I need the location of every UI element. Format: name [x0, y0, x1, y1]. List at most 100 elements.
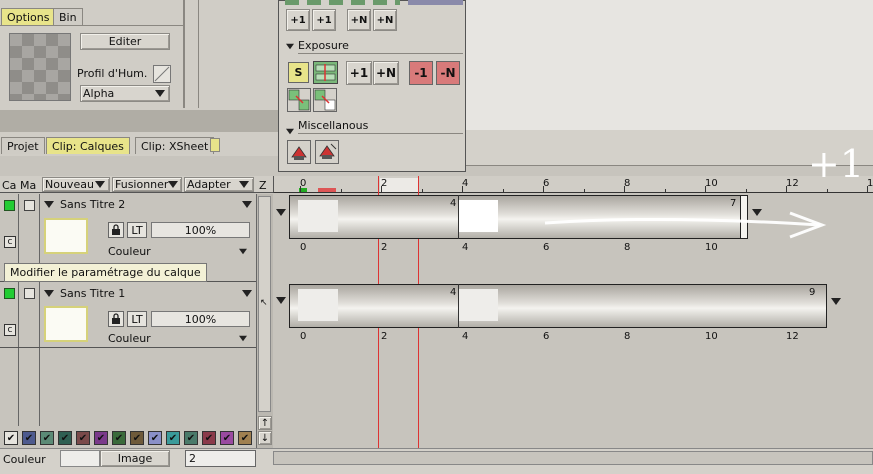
clip-scale-label: 8	[624, 331, 631, 342]
horizontal-scrollbar[interactable]	[273, 451, 873, 465]
exposure-minus-one-button[interactable]: -1	[409, 61, 433, 85]
insert-frame-icon[interactable]	[287, 88, 311, 112]
ruler-marker-red	[318, 188, 336, 192]
layer-mask-toggle[interactable]	[24, 288, 35, 299]
clip-scale-label: 0	[300, 331, 307, 342]
exposure-divider	[298, 53, 463, 54]
color-swatch[interactable]: ✔	[202, 431, 216, 445]
color-swatch[interactable]: ✔	[40, 431, 54, 445]
fit-menu[interactable]: Adapter	[184, 177, 254, 192]
track-handle[interactable]: ↖	[260, 298, 268, 308]
blend-mode-label: Couleur	[108, 332, 151, 345]
light-table-toggle[interactable]: LT	[127, 222, 147, 238]
clip-scale-label: 8	[624, 242, 631, 253]
tab-clip-calques[interactable]: Clip: Calques	[46, 137, 130, 154]
color-swatch[interactable]: ✔	[4, 431, 18, 445]
clip-scale-label: 10	[705, 242, 718, 253]
color-preview[interactable]	[60, 450, 100, 467]
color-swatch[interactable]: ✔	[220, 431, 234, 445]
misc-collapse-icon[interactable]	[286, 128, 294, 135]
exposure-plus-n-button[interactable]: +N	[373, 61, 399, 85]
blend-mode-select[interactable]: Couleur	[106, 244, 252, 259]
palette-top-strip	[285, 0, 400, 5]
exposure-collapse-icon[interactable]	[286, 43, 294, 50]
layer-name[interactable]: Sans Titre 2	[60, 198, 125, 211]
lock-icon[interactable]	[108, 222, 124, 238]
color-swatch[interactable]: ✔	[148, 431, 162, 445]
tab-options[interactable]: Options	[1, 8, 56, 25]
color-swatch[interactable]: ✔	[184, 431, 198, 445]
remove-frame-icon[interactable]	[313, 88, 337, 112]
layer-1-clip[interactable]	[289, 284, 827, 328]
layer-lock-c[interactable]: c	[4, 236, 16, 248]
layer-opacity-field[interactable]: 100%	[151, 222, 250, 238]
layer-lock-c[interactable]: c	[4, 324, 16, 336]
profile-curve-icon[interactable]	[153, 65, 171, 83]
ruler-label: 4	[462, 178, 469, 189]
clip-frame-thumb	[458, 200, 498, 232]
scroll-up-button[interactable]: ↑	[258, 416, 272, 430]
tab-projet[interactable]: Projet	[1, 137, 45, 154]
ruler-label: 0	[300, 178, 307, 189]
annotation-text: +1	[808, 142, 865, 186]
color-swatch[interactable]: ✔	[76, 431, 90, 445]
swap-tool-icon[interactable]	[315, 140, 339, 164]
color-swatch[interactable]: ✔	[94, 431, 108, 445]
layer-visibility-toggle[interactable]	[4, 200, 15, 211]
new-layer-label: Nouveau	[45, 178, 94, 191]
exposure-plus-one-button[interactable]: +1	[346, 61, 372, 85]
merge-menu[interactable]: Fusionner	[112, 177, 182, 192]
ruler-tick	[340, 189, 342, 193]
layer-visibility-toggle[interactable]	[4, 288, 15, 299]
color-swatch[interactable]: ✔	[130, 431, 144, 445]
edit-button[interactable]: Editer	[80, 33, 170, 50]
chevron-down-icon	[239, 335, 247, 342]
exposure-minus-n-button[interactable]: -N	[436, 61, 460, 85]
prev-plus-one-button[interactable]: +1	[286, 9, 310, 31]
tab-bin[interactable]: Bin	[53, 8, 83, 25]
layer-opacity-field[interactable]: 100%	[151, 311, 250, 327]
chevron-down-icon	[155, 90, 165, 97]
header-z: Z	[259, 179, 267, 192]
layer-preview-thumbnail	[9, 33, 71, 101]
color-swatch[interactable]: ✔	[58, 431, 72, 445]
layer-2-track-chevron-icon[interactable]	[276, 209, 286, 216]
lock-icon[interactable]	[108, 311, 124, 327]
merge-label: Fusionner	[115, 178, 169, 191]
stamp-tool-icon[interactable]	[287, 140, 311, 164]
color-swatch[interactable]: ✔	[166, 431, 180, 445]
tab-clip-xsheet[interactable]: Clip: XSheet	[135, 137, 215, 154]
single-frame-button[interactable]: S	[288, 62, 309, 83]
clip-end-chevron-icon[interactable]	[831, 298, 841, 305]
top-left-divider	[183, 0, 185, 108]
next-plus-n-button[interactable]: +N	[373, 9, 397, 31]
layer-expand-icon[interactable]	[44, 290, 54, 297]
new-layer-menu[interactable]: Nouveau	[42, 177, 110, 192]
exposure-grid-icon[interactable]	[313, 61, 338, 84]
color-swatch[interactable]: ✔	[112, 431, 126, 445]
light-table-toggle[interactable]: LT	[127, 311, 147, 327]
blend-mode-select[interactable]: Couleur	[106, 331, 252, 346]
color-swatch[interactable]: ✔	[238, 431, 252, 445]
layer-options-chevron-icon[interactable]	[242, 201, 252, 208]
clip-scale-label: 12	[786, 331, 799, 342]
layer-mask-toggle[interactable]	[24, 200, 35, 211]
next-plus-one-button[interactable]: +1	[312, 9, 336, 31]
misc-title: Miscellanous	[298, 119, 369, 132]
frame-number-input[interactable]: 2	[185, 450, 256, 467]
layer-name[interactable]: Sans Titre 1	[60, 287, 125, 300]
image-button[interactable]: Image	[100, 450, 170, 467]
color-swatch[interactable]: ✔	[22, 431, 36, 445]
chevron-down-icon	[239, 248, 247, 255]
prev-plus-n-button[interactable]: +N	[347, 9, 371, 31]
layer-1-track-chevron-icon[interactable]	[276, 297, 286, 304]
ruler-tick	[421, 189, 423, 193]
layer-expand-icon[interactable]	[44, 201, 54, 208]
layer-thumbnail	[44, 306, 88, 342]
layer-options-chevron-icon[interactable]	[242, 290, 252, 297]
clip-scale-label: 2	[381, 331, 388, 342]
layer-thumbnail	[44, 218, 88, 254]
alpha-select[interactable]: Alpha	[80, 85, 170, 102]
scroll-down-button[interactable]: ↓	[258, 431, 272, 445]
chevron-down-icon	[95, 181, 105, 188]
